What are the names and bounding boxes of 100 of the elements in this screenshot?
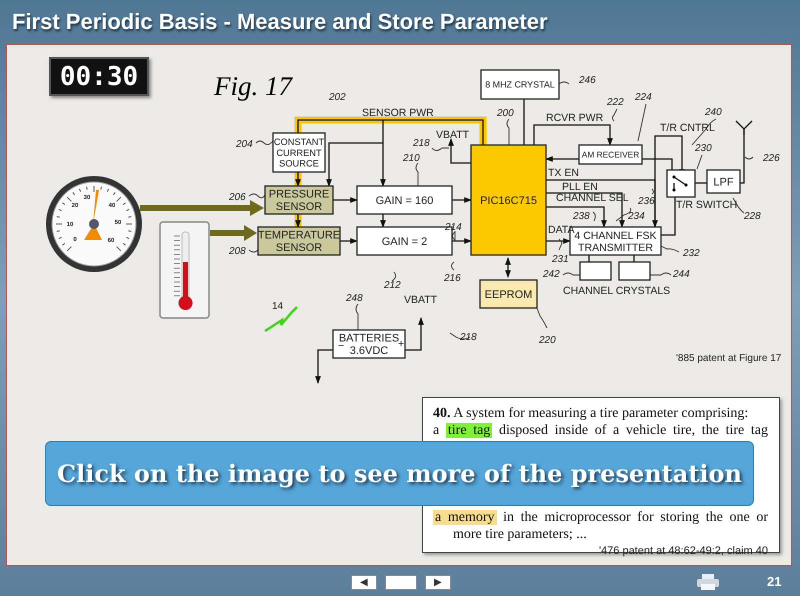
signal-label: SENSOR PWR bbox=[362, 107, 434, 119]
page-number: 21 bbox=[767, 574, 782, 589]
wire bbox=[295, 214, 301, 228]
leader-line bbox=[592, 212, 596, 222]
signal-label: T/R SWITCH bbox=[676, 199, 738, 211]
block-label: 8 MHZ CRYSTAL bbox=[485, 80, 555, 90]
reference-number: 232 bbox=[683, 248, 700, 259]
leader-line bbox=[558, 238, 563, 250]
leader-line bbox=[696, 154, 702, 170]
block-label: LPF bbox=[713, 176, 734, 188]
reference-number: 244 bbox=[673, 269, 690, 280]
reference-number: 218 bbox=[460, 332, 477, 343]
block-label: PIC16C715 bbox=[480, 194, 537, 207]
reference-number: 214 bbox=[445, 222, 462, 233]
wire bbox=[340, 238, 358, 244]
reference-number: 240 bbox=[705, 107, 722, 118]
wire bbox=[545, 156, 579, 162]
leader-line bbox=[416, 162, 418, 186]
leader-line bbox=[506, 118, 510, 146]
reference-number: 242 bbox=[543, 269, 560, 280]
reference-number: 218 bbox=[413, 138, 430, 149]
reference-number: 230 bbox=[695, 143, 712, 154]
block-label: AM RECEIVER bbox=[582, 150, 640, 160]
reference-number: 202 bbox=[329, 92, 346, 103]
leader-line bbox=[650, 272, 672, 276]
reference-number: 220 bbox=[539, 335, 556, 346]
signal-label: VBATT bbox=[436, 129, 470, 141]
reference-number: 248 bbox=[346, 293, 363, 304]
previous-button[interactable]: ◀ bbox=[351, 575, 377, 590]
reference-number: 208 bbox=[229, 246, 246, 257]
reference-number: 206 bbox=[229, 192, 246, 203]
circuit-block bbox=[578, 144, 643, 165]
reference-number: 204 bbox=[236, 139, 253, 150]
reference-number: 246 bbox=[579, 75, 596, 86]
block-label: 3.6VDC bbox=[350, 345, 388, 358]
signal-label: VBATT bbox=[404, 294, 438, 306]
print-icon[interactable] bbox=[697, 574, 719, 590]
leader-line bbox=[612, 108, 618, 122]
page-field[interactable] bbox=[385, 575, 417, 590]
reference-number: 234 bbox=[628, 211, 645, 222]
crystal-block bbox=[579, 261, 612, 281]
leader-line bbox=[392, 272, 396, 282]
block-label: SENSOR bbox=[276, 242, 322, 254]
reference-number: 212 bbox=[384, 280, 401, 291]
claim-text: a memory in the microprocessor for storing the one or more tire parameters; ... bbox=[433, 509, 768, 543]
signal-arrow bbox=[210, 225, 257, 241]
leader-line bbox=[256, 140, 274, 146]
claim-text: a tire tag disposed inside of a vehicle tire, the tire tag bbox=[433, 422, 768, 439]
leader-line bbox=[660, 246, 680, 252]
signal-label: + bbox=[398, 338, 404, 350]
circuit-block bbox=[264, 185, 334, 215]
wire bbox=[333, 197, 358, 203]
block-label: GAIN = 2 bbox=[382, 236, 428, 248]
signal-label: RCVR PWR bbox=[546, 112, 604, 124]
leader-line bbox=[356, 304, 358, 330]
wire bbox=[295, 172, 301, 187]
block-label: CURRENT bbox=[276, 148, 322, 158]
block-label: TEMPERATURE bbox=[258, 230, 340, 242]
claim-text: 40. A system for measuring a tire parameter comprising: bbox=[433, 405, 750, 422]
countdown-timer: 00:30 bbox=[49, 57, 149, 96]
block-label: 4 CHANNEL FSK bbox=[574, 230, 657, 242]
figure-source: '885 patent at Figure 17 bbox=[676, 353, 782, 364]
wire bbox=[523, 99, 525, 145]
signal-label: PLL EN bbox=[562, 181, 598, 193]
leader-line bbox=[652, 188, 654, 194]
leader-line bbox=[638, 104, 646, 142]
leader-line bbox=[744, 156, 754, 160]
block-label: PRESSURE bbox=[268, 188, 330, 201]
signal-label: TX EN bbox=[548, 167, 579, 179]
reference-number: 238 bbox=[573, 211, 590, 222]
slide-title: First Periodic Basis - Measure and Store Parameter bbox=[12, 9, 548, 35]
crystal-block bbox=[618, 261, 651, 281]
figure-caption: Fig. 17 bbox=[214, 71, 292, 101]
wire bbox=[546, 238, 571, 244]
leader-line bbox=[248, 250, 258, 252]
block-label: CONSTANT bbox=[274, 137, 324, 148]
reference-number: 200 bbox=[497, 108, 514, 119]
wire bbox=[315, 349, 333, 384]
circuit-block bbox=[272, 132, 326, 173]
antenna-icon bbox=[735, 120, 753, 136]
leader-line bbox=[451, 262, 454, 270]
signal-label: CHANNEL CRYSTALS bbox=[563, 285, 670, 297]
circuit-block bbox=[706, 169, 741, 194]
block-label: EEPROM bbox=[484, 288, 532, 301]
wire bbox=[695, 182, 707, 184]
wire bbox=[380, 214, 386, 228]
reference-number: 226 bbox=[763, 153, 780, 164]
block-label: TRANSMITTER bbox=[578, 242, 653, 254]
reference-number: 228 bbox=[744, 211, 761, 222]
block-label: SOURCE bbox=[279, 158, 319, 169]
switch-drawing bbox=[666, 169, 696, 198]
block-label: GAIN = 160 bbox=[376, 194, 434, 207]
reference-number: 222 bbox=[607, 97, 624, 108]
leader-line bbox=[536, 308, 548, 328]
leader-line bbox=[432, 148, 450, 151]
leader-line bbox=[558, 82, 570, 84]
reference-number: 231 bbox=[552, 254, 569, 265]
leader-line bbox=[452, 230, 456, 240]
reference-number: 210 bbox=[403, 153, 420, 164]
next-button[interactable]: ▶ bbox=[425, 575, 451, 590]
